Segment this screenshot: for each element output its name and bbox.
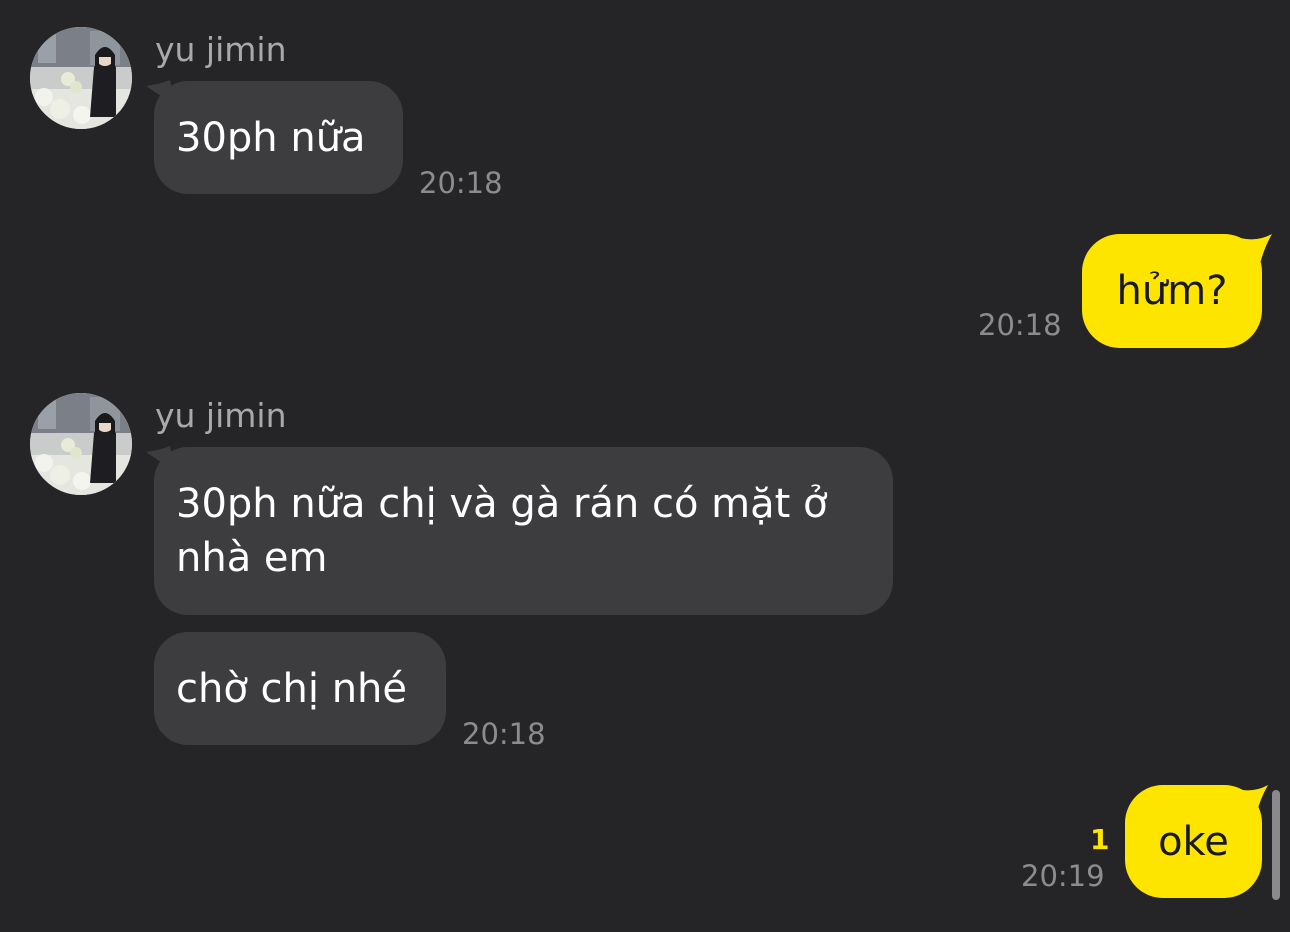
incoming-message-bubble[interactable]: 30ph nữa (154, 81, 403, 194)
contact-avatar[interactable] (30, 27, 132, 129)
sender-name: yu jimin (155, 30, 287, 69)
message-text: chờ chị nhé (176, 665, 408, 712)
message-text: 30ph nữa chị và gà rán có mặt ở nhà em (176, 481, 828, 581)
sender-name: yu jimin (155, 396, 287, 435)
unread-count-badge: 1 (1090, 823, 1110, 856)
message-timestamp: 20:18 (978, 308, 1062, 342)
scrollbar-thumb[interactable] (1272, 790, 1280, 900)
avatar-photo-icon (30, 393, 132, 495)
outgoing-message-bubble[interactable]: hửm? (1082, 234, 1262, 348)
message-timestamp: 20:18 (462, 717, 546, 751)
incoming-message-bubble[interactable]: chờ chị nhé (154, 632, 446, 745)
message-text: 30ph nữa (176, 114, 366, 161)
message-timestamp: 20:18 (419, 166, 503, 200)
message-text: oke (1158, 818, 1229, 865)
outgoing-message-bubble[interactable]: oke (1125, 785, 1262, 898)
incoming-message-bubble[interactable]: 30ph nữa chị và gà rán có mặt ở nhà em (154, 447, 893, 615)
message-text: hửm? (1116, 268, 1228, 314)
chat-view: yu jimin 30ph nữa 20:18 20:18 hửm? yu ji… (0, 0, 1290, 932)
message-timestamp: 20:19 (1021, 859, 1105, 893)
contact-avatar[interactable] (30, 393, 132, 495)
avatar-photo-icon (30, 27, 132, 129)
